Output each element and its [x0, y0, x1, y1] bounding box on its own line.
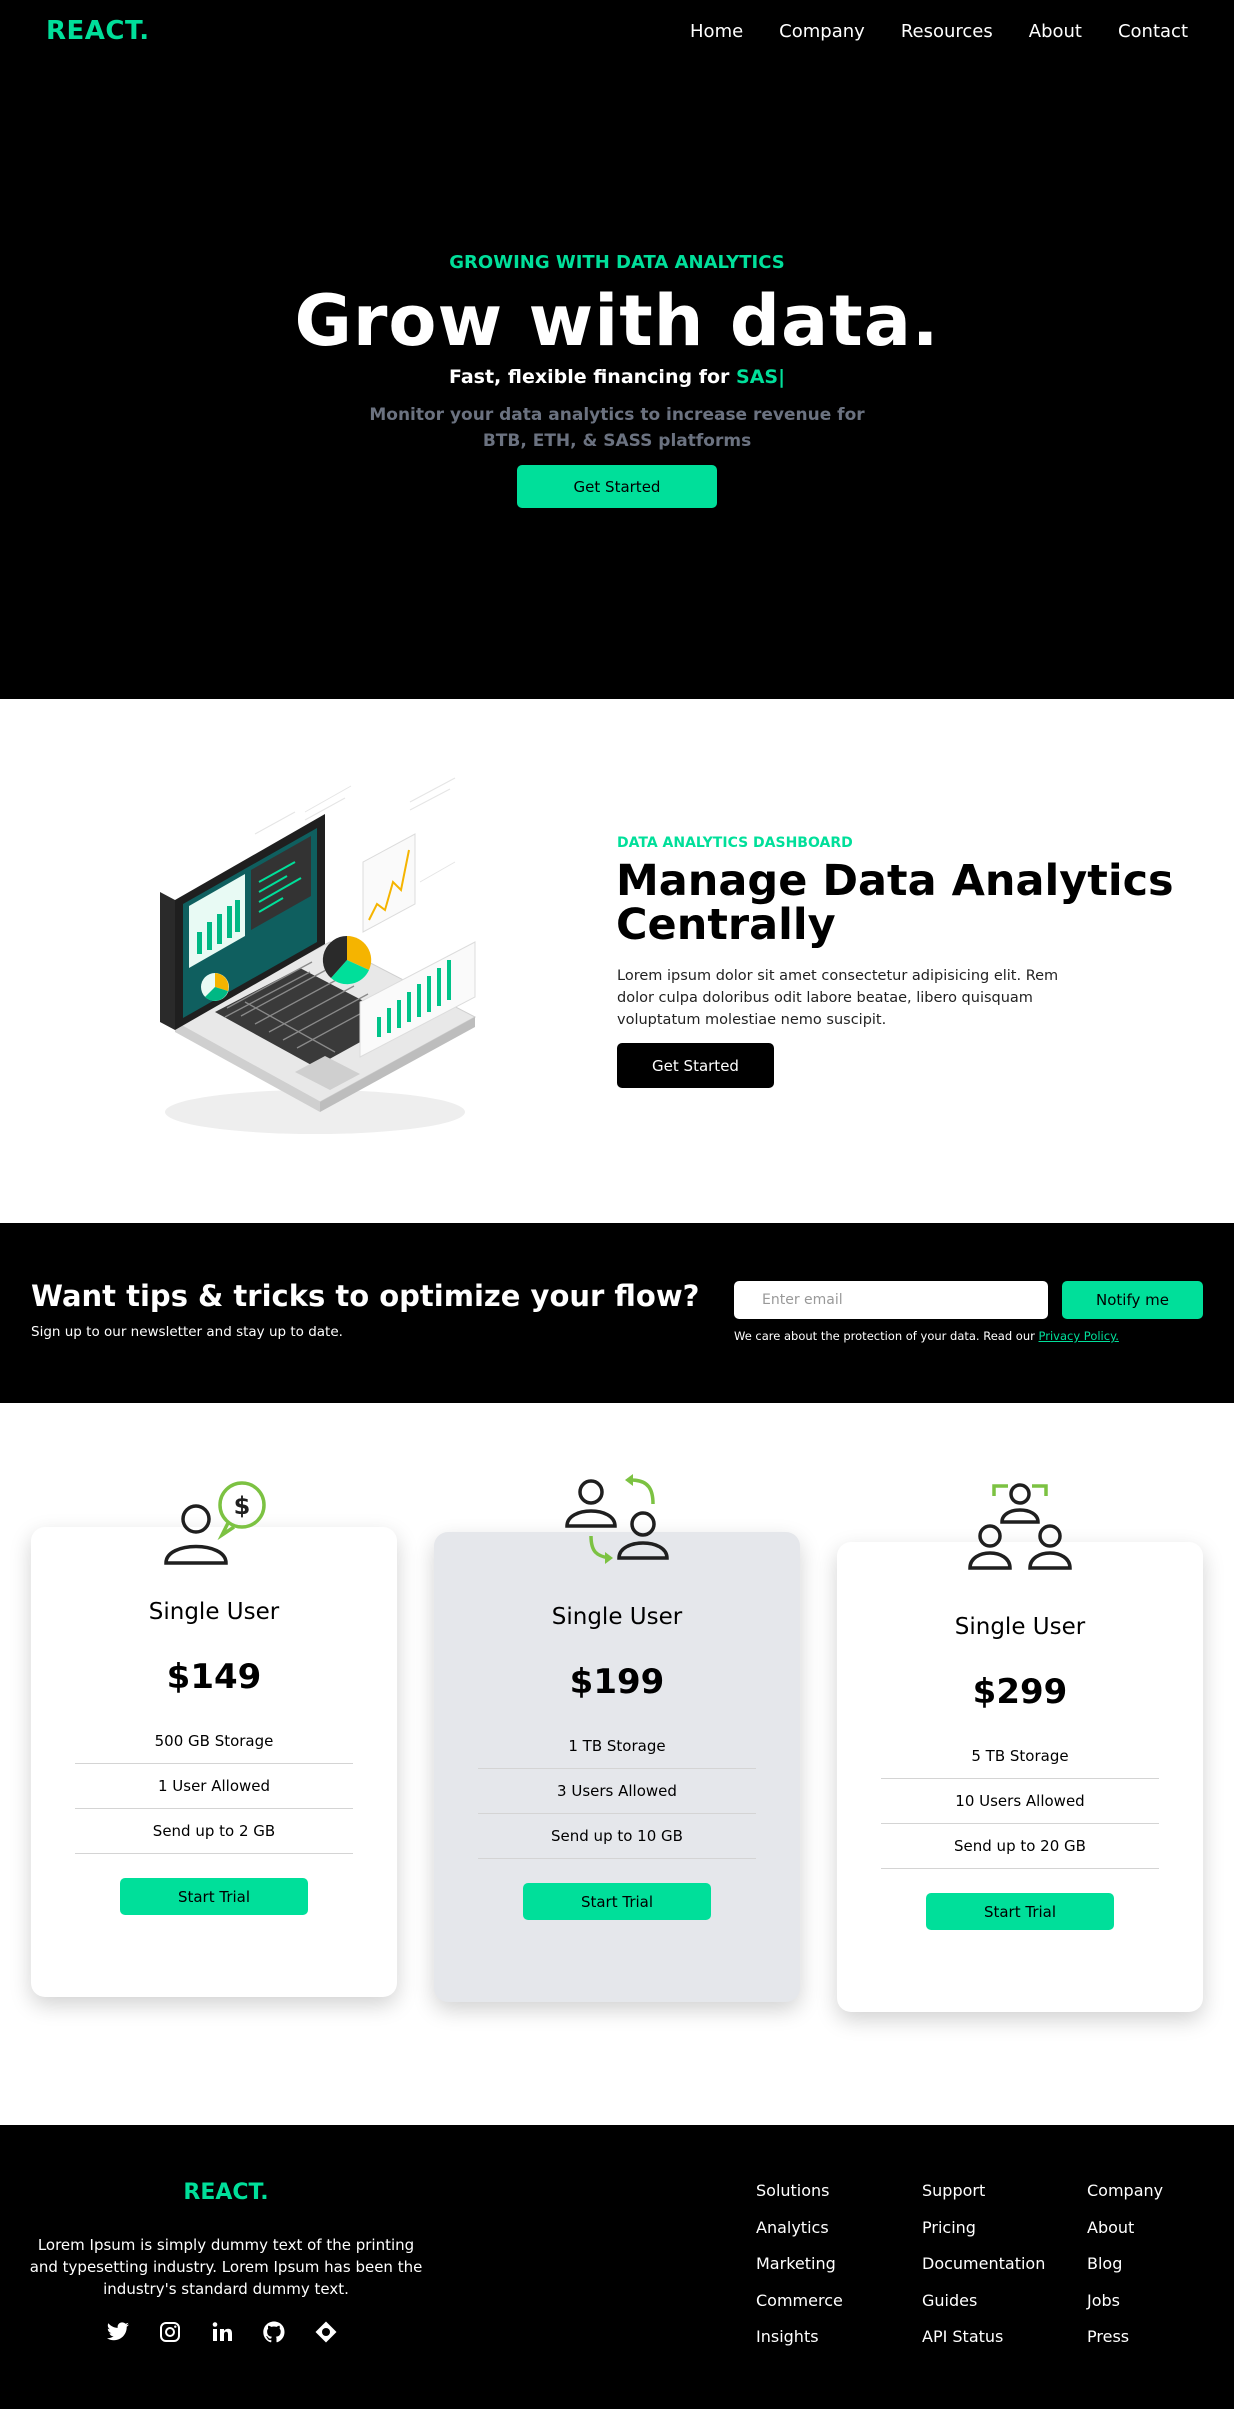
newsletter-section: Want tips & tricks to optimize your flow… — [0, 1223, 1234, 1403]
start-trial-button[interactable]: Start Trial — [120, 1878, 308, 1915]
get-started-button[interactable]: Get Started — [517, 465, 717, 508]
plan-feature-users: 1 User Allowed — [75, 1764, 353, 1809]
footer-column-support: Support Pricing Documentation Guides API… — [922, 2181, 1045, 2364]
plan-price: $299 — [972, 1672, 1068, 1712]
nav-link-company[interactable]: Company — [779, 21, 865, 42]
footer: REACT. Lorem Ipsum is simply dummy text … — [0, 2125, 1234, 2409]
notify-me-button[interactable]: Notify me — [1062, 1281, 1203, 1319]
hero-subtitle-text: Fast, flexible financing for — [448, 366, 730, 388]
footer-link[interactable]: Guides — [922, 2291, 1045, 2328]
footer-link[interactable]: Company — [1087, 2181, 1163, 2218]
users-transfer-icon — [565, 1474, 669, 1564]
instagram-icon[interactable] — [158, 2320, 182, 2344]
privacy-policy-link[interactable]: Privacy Policy. — [1039, 1329, 1119, 1343]
footer-link[interactable]: Support — [922, 2181, 1045, 2218]
hero-description: Monitor your data analytics to increase … — [369, 405, 865, 451]
footer-description: Lorem Ipsum is simply dummy text of the … — [29, 2236, 423, 2298]
start-trial-button[interactable]: Start Trial — [523, 1883, 711, 1920]
nav-links: Home Company Resources About Contact — [690, 21, 1188, 42]
nav-link-resources[interactable]: Resources — [901, 21, 993, 42]
twitter-icon[interactable] — [106, 2320, 130, 2344]
pricing-card-199: Single User $199 1 TB Storage 3 Users Al… — [434, 1474, 800, 2002]
start-trial-button[interactable]: Start Trial — [926, 1893, 1114, 1930]
analytics-eyebrow: DATA ANALYTICS DASHBOARD — [617, 835, 853, 851]
footer-link[interactable]: Solutions — [756, 2181, 843, 2218]
footer-link[interactable]: Analytics — [756, 2218, 843, 2255]
footer-column-solutions: Solutions Analytics Marketing Commerce I… — [756, 2181, 843, 2364]
hero-eyebrow: GROWING WITH DATA ANALYTICS — [449, 252, 785, 273]
analytics-get-started-button[interactable]: Get Started — [617, 1043, 774, 1088]
footer-link[interactable]: Blog — [1087, 2254, 1163, 2291]
hero-title: Grow with data. — [294, 280, 940, 362]
plan-name: Single User — [954, 1614, 1086, 1640]
nav-link-contact[interactable]: Contact — [1118, 21, 1188, 42]
analytics-description: Lorem ipsum dolor sit amet consectetur a… — [617, 968, 1059, 1028]
plan-name: Single User — [148, 1599, 280, 1625]
plan-feature-transfer: Send up to 20 GB — [881, 1824, 1159, 1869]
footer-column-company: Company About Blog Jobs Press — [1087, 2181, 1163, 2364]
analytics-title: Manage Data Analytics Centrally — [616, 856, 1174, 950]
plan-feature-users: 3 Users Allowed — [478, 1769, 756, 1814]
footer-link[interactable]: About — [1087, 2218, 1163, 2255]
plan-price: $149 — [166, 1657, 262, 1697]
nav-link-about[interactable]: About — [1029, 21, 1082, 42]
dribbble-icon[interactable] — [314, 2320, 338, 2344]
social-links — [106, 2320, 338, 2344]
github-icon[interactable] — [262, 2320, 286, 2344]
plan-name: Single User — [551, 1604, 683, 1630]
plan-feature-storage: 1 TB Storage — [478, 1724, 756, 1769]
plan-feature-transfer: Send up to 2 GB — [75, 1809, 353, 1854]
nav-link-home[interactable]: Home — [690, 21, 743, 42]
navbar: REACT. Home Company Resources About Cont… — [0, 0, 1234, 62]
hero-section: GROWING WITH DATA ANALYTICS Grow with da… — [0, 0, 1234, 699]
plan-feature-users: 10 Users Allowed — [881, 1779, 1159, 1824]
footer-link[interactable]: Documentation — [922, 2254, 1045, 2291]
user-dollar-icon: $ — [164, 1481, 266, 1565]
footer-link[interactable]: Marketing — [756, 2254, 843, 2291]
pricing-card-149: $ Single User $149 500 GB Storage 1 User… — [31, 1481, 397, 1997]
hero-subtitle: Fast, flexible financing for SAS| — [0, 366, 1234, 388]
newsletter-title: Want tips & tricks to optimize your flow… — [31, 1279, 700, 1313]
plan-feature-storage: 500 GB Storage — [75, 1719, 353, 1764]
email-input[interactable] — [734, 1281, 1048, 1319]
footer-link[interactable]: Insights — [756, 2327, 843, 2364]
pricing-section: $ Single User $149 500 GB Storage 1 User… — [0, 1403, 1234, 2125]
privacy-note: We care about the protection of your dat… — [734, 1329, 1119, 1343]
footer-link[interactable]: Pricing — [922, 2218, 1045, 2255]
laptop-analytics-illustration — [160, 777, 477, 1134]
footer-link[interactable]: Commerce — [756, 2291, 843, 2328]
footer-link[interactable]: API Status — [922, 2327, 1045, 2364]
pricing-card-299: Single User $299 5 TB Storage 10 Users A… — [837, 1483, 1203, 2012]
plan-feature-storage: 5 TB Storage — [881, 1734, 1159, 1779]
brand-logo[interactable]: REACT. — [46, 16, 150, 46]
analytics-section: DATA ANALYTICS DASHBOARD Manage Data Ana… — [0, 699, 1234, 1223]
plan-feature-transfer: Send up to 10 GB — [478, 1814, 756, 1859]
privacy-note-text: We care about the protection of your dat… — [734, 1329, 1035, 1343]
newsletter-subtitle: Sign up to our newsletter and stay up to… — [31, 1324, 343, 1340]
svg-text:$: $ — [234, 1492, 251, 1520]
footer-link[interactable]: Jobs — [1087, 2291, 1163, 2328]
hero-typed-text: SAS| — [736, 366, 786, 388]
footer-link[interactable]: Press — [1087, 2327, 1163, 2364]
linkedin-icon[interactable] — [210, 2320, 234, 2344]
plan-price: $199 — [569, 1662, 665, 1702]
team-icon — [968, 1483, 1072, 1570]
footer-brand-logo[interactable]: REACT. — [0, 2180, 452, 2205]
